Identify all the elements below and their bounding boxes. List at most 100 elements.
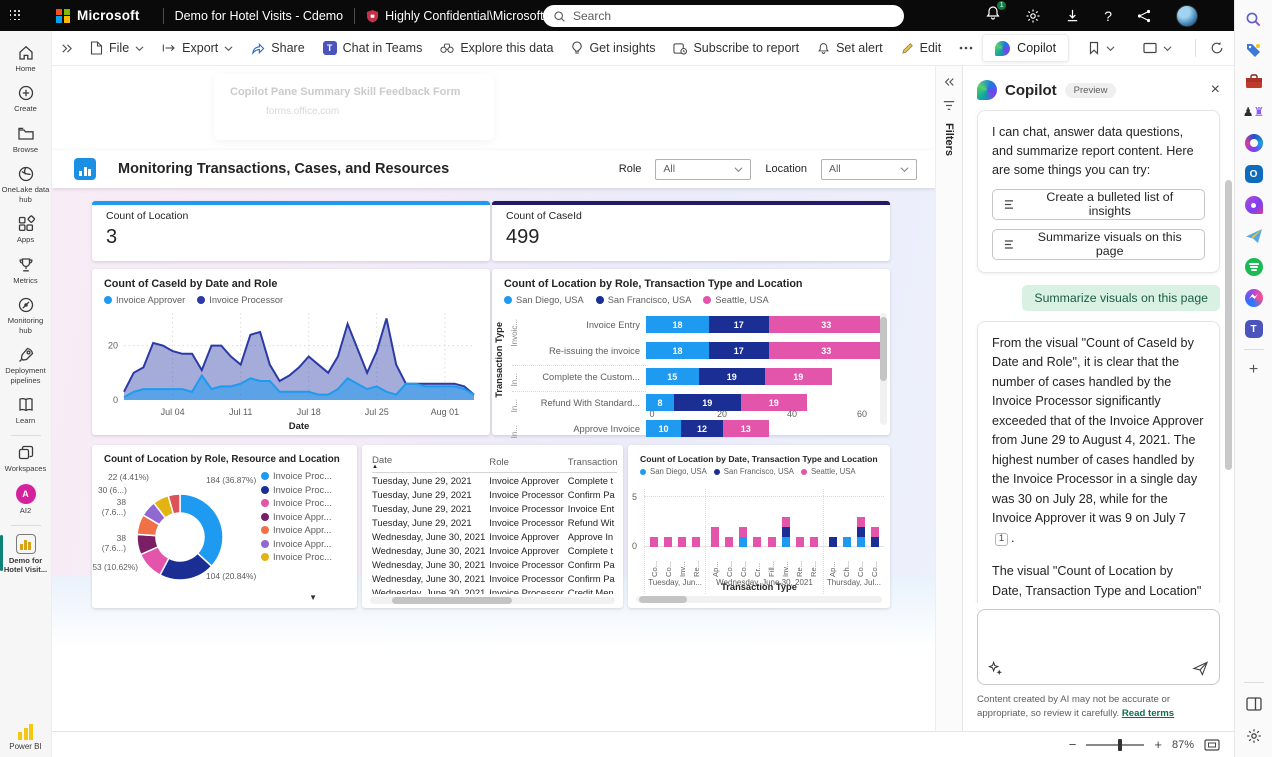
teams-sidebar-icon[interactable]: T [1243,318,1265,340]
file-menu-button[interactable]: File [81,35,153,61]
bar-row[interactable]: Invoice Entry 18 17 33 [522,313,884,336]
legend-item[interactable]: Invoice Proc... [261,498,353,508]
stacked-column[interactable] [809,537,818,547]
table-row[interactable]: Wednesday, June 30, 2021 Invoice Approver… [372,543,617,557]
donut-slice[interactable] [179,493,224,568]
table-row[interactable]: Tuesday, June 29, 2021 Invoice Processor R… [372,515,617,529]
fit-to-page-icon[interactable] [1204,738,1220,751]
kpi-card-count-of-caseid[interactable]: Count of CaseId 499 [492,201,890,261]
sidebar-item-browse[interactable]: Browse [0,120,52,160]
bar-segment[interactable]: 19 [765,368,832,385]
legend-item[interactable]: Invoice Appr... [261,512,353,522]
sidebar-item-metrics[interactable]: Metrics [0,251,52,291]
column-header[interactable]: Transaction [567,453,617,473]
close-icon[interactable]: × [1211,82,1220,98]
bookmarks-button[interactable] [1079,35,1124,61]
sidebar-item-workspaces[interactable]: Workspaces [0,439,52,479]
stacked-column[interactable] [664,537,673,547]
stacked-column[interactable] [767,537,776,547]
location-filter-dropdown[interactable]: All [821,158,917,180]
stacked-column[interactable] [856,517,865,547]
bar-segment[interactable]: 33 [768,342,884,359]
subscribe-button[interactable]: Subscribe to report [664,35,808,61]
area-chart[interactable]: 20 0 Jul 04 Jul 11 Jul 18 Jul 25 Aug 01 Date [92,305,490,435]
sparkle-icon[interactable] [988,661,1003,676]
filters-pane-label[interactable]: Filters [943,123,955,156]
legend-item[interactable]: Invoice Approver [104,295,185,305]
legend-item[interactable]: San Diego, USA [504,295,584,305]
table-row[interactable]: Tuesday, June 29, 2021 Invoice Processor I… [372,501,617,515]
bar-segment[interactable]: 18 [646,342,709,359]
add-sidebar-app-icon[interactable]: + [1243,359,1265,381]
legend-item[interactable]: San Diego, USA [640,467,707,476]
table-row[interactable]: Tuesday, June 29, 2021 Invoice Processor C… [372,487,617,501]
legend-item[interactable]: Invoice Appr... [261,539,353,549]
export-menu-button[interactable]: Export [153,35,242,61]
table-row[interactable]: Wednesday, June 30, 2021 Invoice Processo… [372,585,617,595]
suggestion-create-insights[interactable]: Create a bulleted list of insights [992,188,1205,220]
bar-segment[interactable]: 18 [646,316,709,333]
legend-item[interactable]: San Francisco, USA [595,295,691,305]
help-icon[interactable]: ? [1104,8,1112,24]
sidebar-item-current-report[interactable]: Demo for Hotel Visit... [0,529,52,581]
more-options-button[interactable] [950,35,982,61]
expand-nav-icon[interactable] [60,42,73,55]
copilot-scrollbar[interactable] [1225,114,1232,614]
stacked-column[interactable] [795,537,804,547]
legend-item[interactable]: San Francisco, USA [713,467,794,476]
table-card[interactable]: Date ▲ Role Transaction Tuesday, June 29, 20… [362,445,623,608]
legend-item[interactable]: Invoice Proc... [261,471,353,481]
bar-segment[interactable]: 12 [681,420,723,437]
stacked-bar-chart-card[interactable]: Count of Location by Role, Transaction T… [492,269,890,438]
share-button[interactable]: Share [242,35,313,61]
set-alert-button[interactable]: Set alert [808,35,892,61]
stacked-column[interactable] [650,537,659,547]
stacked-column[interactable] [711,527,720,547]
bar-segment[interactable]: 19 [698,368,765,385]
view-menu-button[interactable] [1134,35,1181,61]
donut-chart-card[interactable]: Count of Location by Role, Resource and … [92,445,357,608]
sidebar-panel-toggle-icon[interactable] [1243,693,1265,715]
spotify-icon[interactable] [1243,256,1265,278]
legend-item[interactable]: Invoice Proc... [261,485,353,495]
sidebar-item-deployment-pipelines[interactable]: Deployment pipelines [0,341,52,391]
stacked-column[interactable] [725,537,734,547]
legend-item[interactable]: Invoice Processor [197,295,283,305]
microsoft-365-icon[interactable] [1243,132,1265,154]
read-terms-link[interactable]: Read terms [1122,708,1174,719]
notifications-button[interactable]: 1 [985,0,1008,26]
stacked-column[interactable] [781,517,790,547]
table-row[interactable]: Wednesday, June 30, 2021 Invoice Processo… [372,557,617,571]
bar-segment[interactable]: 15 [646,368,699,385]
zoom-slider[interactable] [1086,738,1145,751]
role-filter-dropdown[interactable]: All [655,158,752,180]
sidebar-item-ai2-workspace[interactable]: A AI2 [0,479,52,521]
table-row[interactable]: Wednesday, June 30, 2021 Invoice Approver… [372,529,617,543]
microsoft-brand[interactable]: Microsoft [30,8,152,23]
column-chart-card[interactable]: Count of Location by Date, Transaction T… [628,445,890,608]
horizontal-scrollbar[interactable] [636,596,882,603]
send-icon[interactable] [1192,661,1209,677]
sidebar-search-icon[interactable] [1243,8,1265,30]
zoom-in-button[interactable]: + [1154,737,1162,752]
messenger-icon[interactable] [1243,287,1265,309]
shopping-tag-icon[interactable] [1243,39,1265,61]
feedback-share-icon[interactable] [1136,8,1152,24]
stacked-column[interactable] [870,527,879,547]
table-row[interactable]: Tuesday, June 29, 2021 Invoice Approver Co… [372,473,617,488]
power-bi-footer[interactable]: Power BI [9,724,42,751]
legend-item[interactable]: Invoice Proc... [261,552,353,562]
refresh-icon[interactable] [1210,41,1224,55]
vertical-scrollbar[interactable] [880,313,887,425]
settings-gear-icon[interactable] [1025,8,1041,24]
stacked-column[interactable] [678,537,687,547]
bar-segment[interactable]: 17 [709,342,769,359]
column-header[interactable]: Role [489,453,568,473]
get-insights-button[interactable]: Get insights [562,35,664,61]
stacked-column[interactable] [842,537,851,547]
chat-in-teams-button[interactable]: T Chat in Teams [314,35,432,61]
suggestion-summarize-visuals[interactable]: Summarize visuals on this page [992,228,1205,260]
citation-chip[interactable]: 1 [995,532,1008,546]
expand-filters-icon[interactable] [943,76,955,88]
edit-button[interactable]: Edit [892,35,951,61]
